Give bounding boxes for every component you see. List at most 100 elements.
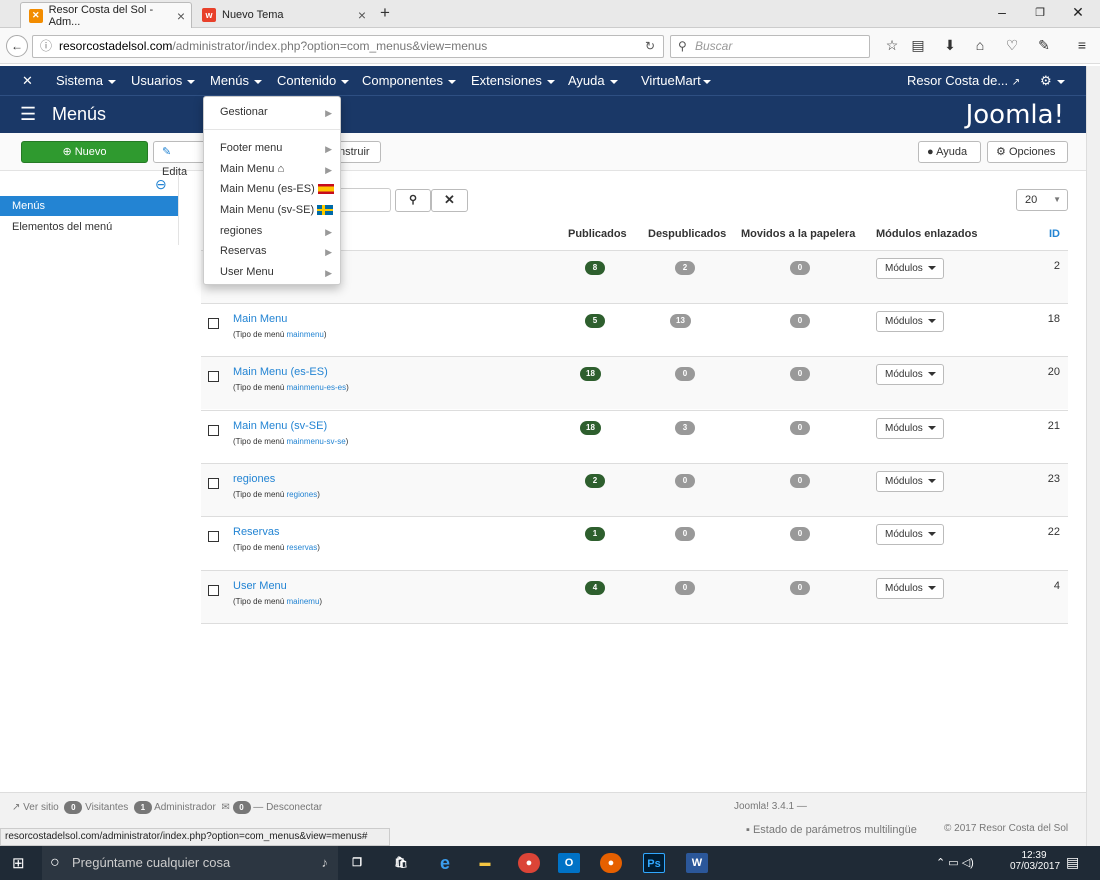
notifications-icon[interactable]: ▤ [1066,854,1079,871]
help-button[interactable]: ● Ayuda [918,141,981,163]
modules-dropdown-button[interactable]: Módulos [876,578,944,599]
dropdown-item-main-menu-sv[interactable]: Main Menu (sv-SE) [220,204,334,216]
menu-title-link[interactable]: Reservas [233,526,279,538]
modules-dropdown-button[interactable]: Módulos [876,258,944,279]
dropdown-item-regiones[interactable]: regiones [220,225,262,237]
envelope-icon[interactable]: ✉ [221,802,229,813]
trashed-count-badge[interactable]: 0 [790,314,810,328]
unpublished-count-badge[interactable]: 3 [675,421,695,435]
trashed-count-badge[interactable]: 0 [790,421,810,435]
pocket-icon[interactable]: ♡ [1002,37,1022,54]
restore-icon[interactable]: ❐ [1030,6,1050,19]
logout-link[interactable]: Desconectar [266,802,322,813]
new-tab-button[interactable]: + [380,3,390,23]
user-settings-gear-icon[interactable]: ⚙ [1040,73,1065,89]
reading-list-icon[interactable]: ▤ [908,37,928,54]
modules-dropdown-button[interactable]: Módulos [876,418,944,439]
list-limit-select[interactable]: 20 ▼ [1016,189,1068,211]
menu-title-link[interactable]: Main Menu (sv-SE) [233,420,327,432]
modules-dropdown-button[interactable]: Módulos [876,364,944,385]
clock[interactable]: 12:39 07/03/2017 [1010,850,1060,872]
task-view-icon[interactable]: ❐ [346,853,368,873]
edit-button[interactable]: ✎ Edita [153,141,208,178]
unpublished-count-badge[interactable]: 13 [670,314,691,328]
close-window-icon[interactable]: ✕ [1068,4,1088,21]
dropdown-item-user-menu[interactable]: User Menu [220,266,274,278]
unpublished-count-badge[interactable]: 2 [675,261,695,275]
dropdown-item-manage[interactable]: Gestionar [220,106,268,118]
menu-virtuemart[interactable]: VirtueMart [641,73,711,88]
trashed-count-badge[interactable]: 0 [790,581,810,595]
new-button[interactable]: ⊕ Nuevo [21,141,148,163]
reload-icon[interactable]: ↻ [645,36,655,57]
sidebar-item-menu-items[interactable]: Elementos del menú [0,217,179,237]
row-checkbox[interactable] [208,371,219,382]
dropdown-item-main-menu-es[interactable]: Main Menu (es-ES) [220,183,334,195]
menu-title-link[interactable]: User Menu [233,580,287,592]
browser-search-input[interactable]: ⚲ Buscar [670,35,870,58]
menu-sistema[interactable]: Sistema [56,73,116,88]
col-trashed[interactable]: Movidos a la papelera [741,228,855,240]
back-arrow-icon[interactable]: ← [6,35,28,57]
dropdown-item-footer-menu[interactable]: Footer menu [220,142,282,154]
close-tab-icon[interactable]: × [177,8,185,24]
published-count-badge[interactable]: 2 [585,474,605,488]
trashed-count-badge[interactable]: 0 [790,367,810,381]
hamburger-menu-icon[interactable]: ≡ [1072,37,1092,53]
menu-title-link[interactable]: Main Menu [233,313,287,325]
firefox-icon[interactable]: ● [600,853,622,873]
dropdown-item-main-menu[interactable]: Main Menu ⌂ [220,163,284,175]
microphone-icon[interactable]: ♪ [322,846,329,880]
modules-dropdown-button[interactable]: Módulos [876,471,944,492]
outlook-icon[interactable]: O [558,853,580,873]
unpublished-count-badge[interactable]: 0 [675,367,695,381]
site-link[interactable]: Resor Costa de... ↗ [907,73,1020,88]
close-tab-icon[interactable]: × [358,7,366,23]
row-checkbox[interactable] [208,425,219,436]
modules-dropdown-button[interactable]: Módulos [876,311,944,332]
published-count-badge[interactable]: 8 [585,261,605,275]
row-checkbox[interactable] [208,478,219,489]
bookmark-star-icon[interactable]: ☆ [882,37,902,54]
trashed-count-badge[interactable]: 0 [790,474,810,488]
joomla-logo-icon[interactable]: ✕ [22,73,33,89]
collapse-sidebar-icon[interactable]: ⊖ [155,176,167,193]
col-id[interactable]: ID [1049,228,1060,240]
browser-tab-admin[interactable]: ✕ Resor Costa del Sol - Adm... × [20,2,192,28]
menu-menus[interactable]: Menús [210,73,263,88]
store-icon[interactable]: 🛍 [390,853,412,873]
trashed-count-badge[interactable]: 0 [790,261,810,275]
row-checkbox[interactable] [208,531,219,542]
browser-tab-nuevo-tema[interactable]: w Nuevo Tema × [194,2,372,28]
clear-search-button[interactable]: ✕ [431,189,468,212]
minimize-icon[interactable]: – [992,4,1012,20]
unpublished-count-badge[interactable]: 0 [675,474,695,488]
unpublished-count-badge[interactable]: 0 [675,527,695,541]
photoshop-icon[interactable]: Ps [643,853,665,873]
search-button[interactable]: ⚲ [395,189,431,212]
trashed-count-badge[interactable]: 0 [790,527,810,541]
published-count-badge[interactable]: 5 [585,314,605,328]
menu-extensiones[interactable]: Extensiones [471,73,555,88]
multilang-status[interactable]: ▪ Estado de parámetros multilingüe [746,824,917,836]
sidebar-item-menus[interactable]: Menús [0,196,179,216]
menu-componentes[interactable]: Componentes [362,73,456,88]
row-checkbox[interactable] [208,585,219,596]
edge-icon[interactable]: e [434,853,456,873]
view-site-link[interactable]: ↗ Ver sitio [12,802,59,813]
col-published[interactable]: Publicados [568,228,627,240]
col-unpublished[interactable]: Despublicados [648,228,726,240]
system-tray-icons[interactable]: ⌃ ▭ ◁) [936,856,974,869]
download-icon[interactable]: ⬇ [940,37,960,54]
file-explorer-icon[interactable]: ▬ [474,853,496,873]
home-icon[interactable]: ⌂ [970,37,990,53]
menu-usuarios[interactable]: Usuarios [131,73,196,88]
published-count-badge[interactable]: 1 [585,527,605,541]
extension-icon[interactable]: ✎ [1034,37,1054,54]
info-icon[interactable]: ⓘ [40,36,52,57]
menu-contenido[interactable]: Contenido [277,73,350,88]
windows-start-icon[interactable]: ⊞ [12,854,25,872]
page-scrollbar[interactable] [1086,66,1100,846]
modules-dropdown-button[interactable]: Módulos [876,524,944,545]
word-icon[interactable]: W [686,853,708,873]
